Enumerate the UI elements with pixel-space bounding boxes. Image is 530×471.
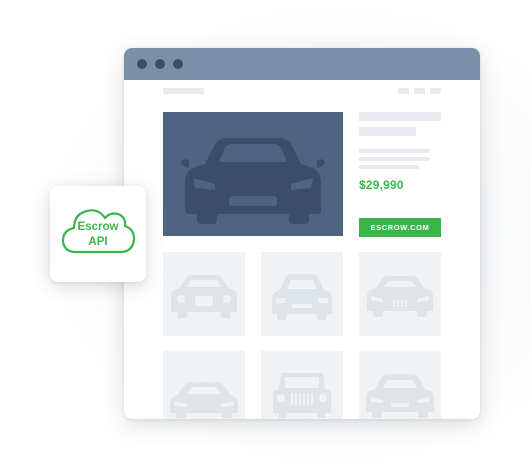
car-front-icon xyxy=(181,138,325,224)
window-dot-close[interactable] xyxy=(137,59,147,69)
nav-placeholder-2[interactable] xyxy=(414,88,425,94)
nav-placeholder-3[interactable] xyxy=(430,88,441,94)
text-placeholder-2 xyxy=(359,157,430,161)
car-front-icon xyxy=(171,275,237,318)
escrow-api-card[interactable]: Escrow API xyxy=(50,186,146,282)
title-placeholder-2 xyxy=(359,127,416,136)
listing-hero-image xyxy=(163,112,343,236)
car-front-icon xyxy=(367,276,433,317)
jeep-front-icon xyxy=(273,373,331,418)
window-titlebar xyxy=(124,48,480,80)
listing-tile[interactable] xyxy=(359,351,441,419)
car-front-icon xyxy=(366,374,434,418)
window-dot-maximize[interactable] xyxy=(173,59,183,69)
nav-placeholder-1[interactable] xyxy=(398,88,409,94)
listing-tile[interactable] xyxy=(359,252,441,336)
listing-tile[interactable] xyxy=(261,351,343,419)
escrow-button[interactable]: ESCROW.COM xyxy=(359,218,441,237)
text-placeholder-3 xyxy=(359,165,419,169)
browser-window: $29,990 ESCROW.COM xyxy=(124,48,480,419)
car-front-icon xyxy=(272,274,332,320)
car-front-icon xyxy=(170,382,238,418)
api-label-line2: API xyxy=(88,236,108,248)
title-placeholder-1 xyxy=(359,112,441,121)
api-label-line1: Escrow xyxy=(77,221,119,233)
text-placeholder-1 xyxy=(359,149,430,153)
logo-placeholder xyxy=(163,88,204,94)
listing-tile[interactable] xyxy=(261,252,343,336)
listing-tile[interactable] xyxy=(163,252,245,336)
listing-price: $29,990 xyxy=(359,178,404,192)
window-dot-minimize[interactable] xyxy=(155,59,165,69)
cloud-icon xyxy=(61,209,136,254)
listing-tile[interactable] xyxy=(163,351,245,419)
